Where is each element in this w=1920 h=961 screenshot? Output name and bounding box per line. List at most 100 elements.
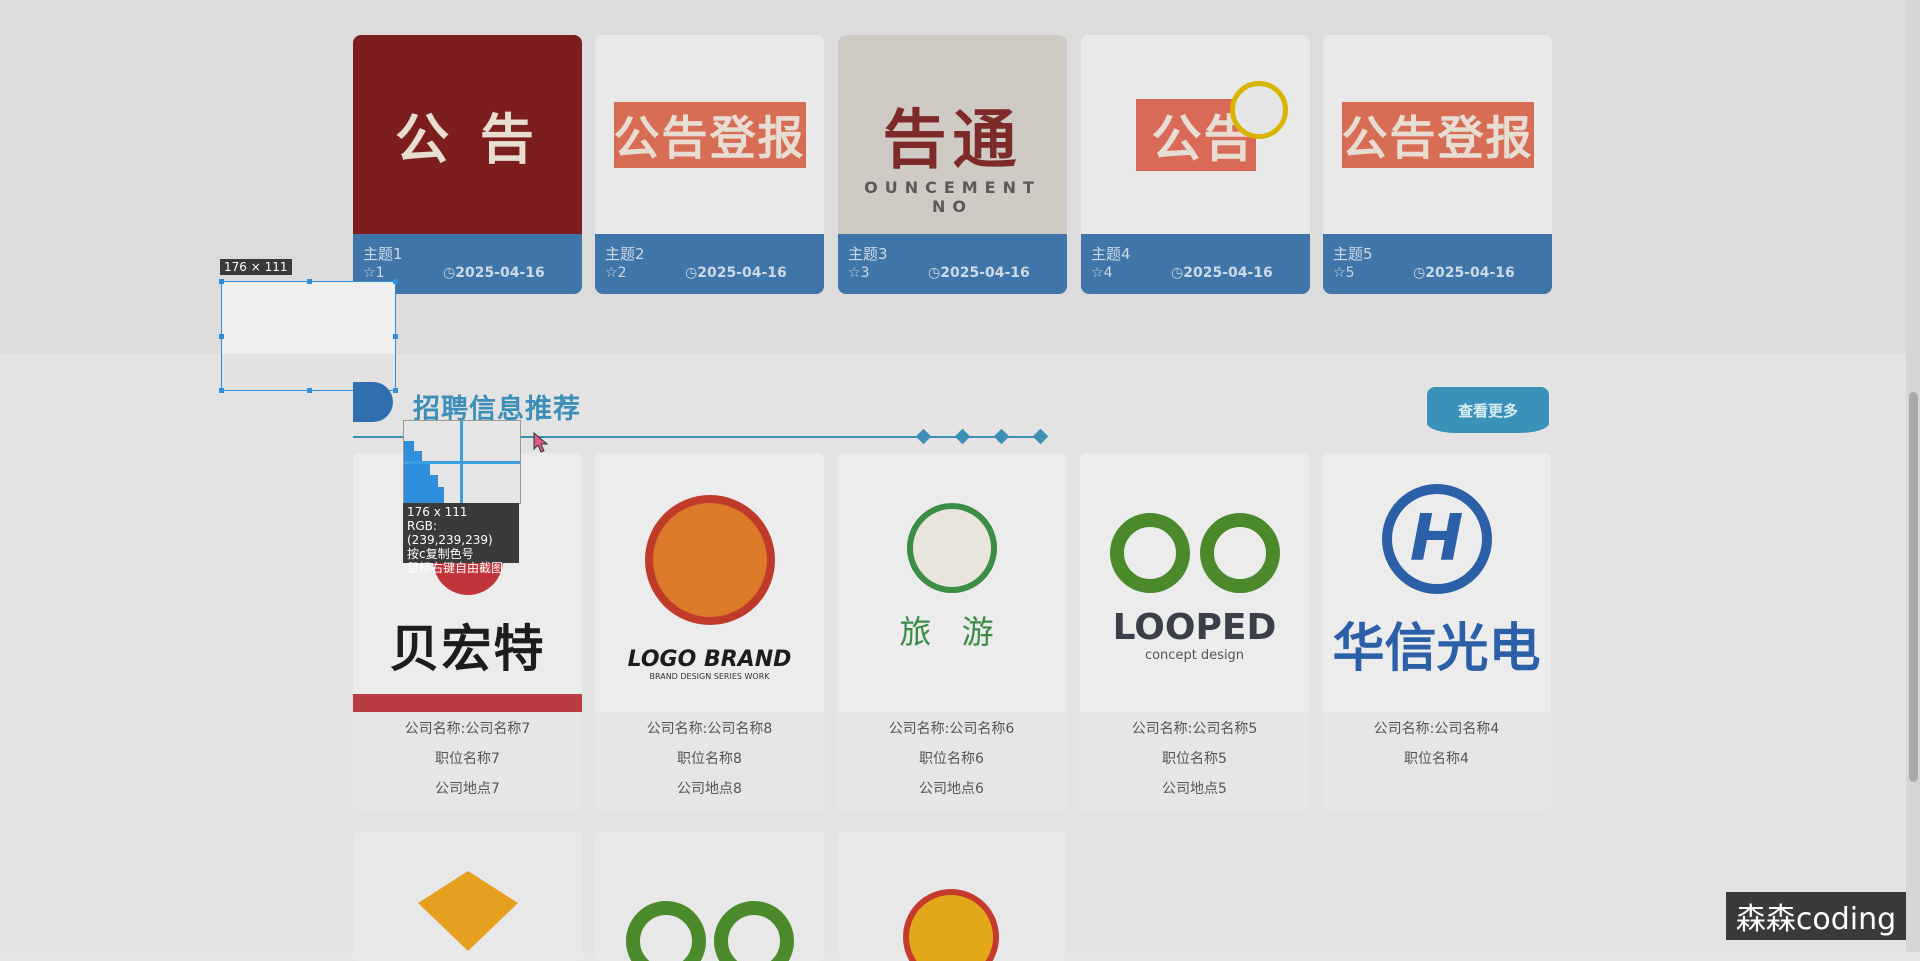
- topic-footer: 主题3 ☆3 ◷2025-04-16: [838, 234, 1067, 294]
- clock-icon: ◷: [1171, 265, 1184, 281]
- clock-icon: ◷: [443, 265, 456, 281]
- company-logo: LOGO BRAND BRAND DESIGN SERIES WORK: [595, 453, 824, 712]
- flame-logo-icon: [644, 494, 775, 625]
- capture-size-label: 176 × 111: [220, 259, 292, 275]
- star-count: ☆4: [1091, 265, 1113, 281]
- company-location: 公司地点7: [435, 781, 500, 797]
- topic-footer: 主题2 ☆2 ◷2025-04-16: [595, 234, 824, 294]
- topic-card-row: 公 告 主题1 ☆1 ◷2025-04-16 公告登报 主题2 ☆2 ◷2025…: [353, 35, 1553, 295]
- clock-icon: ◷: [928, 265, 941, 281]
- job-card[interactable]: [837, 831, 1066, 961]
- company-location: 公司地点8: [677, 781, 742, 797]
- topic-image-text: 告通: [882, 103, 1023, 178]
- resize-handle[interactable]: [219, 334, 224, 339]
- info-free-capture-hint: 鼠标右键自由截图: [407, 561, 504, 575]
- company-logo: LOOPED concept design: [1080, 453, 1309, 712]
- topic-image-text: 公告登报: [1341, 110, 1534, 165]
- star-count: ☆5: [1333, 265, 1355, 281]
- topic-footer: 主题5 ☆5 ◷2025-04-16: [1323, 234, 1552, 294]
- diamond-decoration: [915, 428, 932, 445]
- capture-selection-box[interactable]: [219, 279, 398, 393]
- position-name: 职位名称5: [1162, 751, 1227, 767]
- resize-handle[interactable]: [219, 279, 224, 284]
- leaf-logo-icon: [1109, 512, 1280, 593]
- resize-handle[interactable]: [393, 279, 398, 284]
- resize-handle[interactable]: [219, 388, 224, 393]
- star-icon: ☆: [848, 265, 861, 281]
- topic-meta: ☆2 ◷2025-04-16: [605, 265, 815, 281]
- logo-subtext: concept design: [1144, 647, 1245, 663]
- diamond-decoration: [1032, 428, 1049, 445]
- topic-card[interactable]: 公告登报 主题5 ☆5 ◷2025-04-16: [1323, 35, 1552, 294]
- star-icon: ☆: [363, 265, 376, 281]
- star-icon: ☆: [1333, 265, 1346, 281]
- logo-text: 旅 游: [899, 612, 1004, 651]
- mouse-cursor-icon: [533, 432, 549, 453]
- topic-image: 公告登报: [595, 35, 824, 234]
- capture-info-panel: 176 x 111 RGB:(239,239,239) 按c复制色号 鼠标右键自…: [403, 503, 519, 575]
- topic-meta: ☆3 ◷2025-04-16: [848, 265, 1058, 281]
- topic-footer: 主题4 ☆4 ◷2025-04-16: [1081, 234, 1310, 294]
- clock-icon: ◷: [1413, 265, 1426, 281]
- job-card[interactable]: H 华信光电 公司名称:公司名称4 职位名称4: [1322, 453, 1551, 811]
- resize-handle[interactable]: [307, 388, 312, 393]
- info-rgb: RGB:(239,239,239): [407, 519, 493, 547]
- topic-title: 主题1: [363, 245, 403, 263]
- company-logo: 旅 游: [837, 453, 1066, 712]
- company-logo: [625, 901, 795, 961]
- watermark: 森森coding: [1726, 892, 1906, 940]
- topic-image: 公告: [1081, 35, 1310, 234]
- company-name: 公司名称:公司名称7: [404, 721, 531, 737]
- company-logo: H 华信光电: [1322, 453, 1551, 712]
- section-icon: [353, 382, 393, 422]
- topic-title: 主题3: [848, 245, 888, 263]
- company-logo: [903, 889, 999, 961]
- page-scrollbar[interactable]: [1906, 0, 1920, 952]
- topic-title: 主题4: [1091, 245, 1131, 263]
- diamond-decoration: [954, 428, 971, 445]
- position-name: 职位名称6: [919, 751, 984, 767]
- topic-card[interactable]: 公告 主题4 ☆4 ◷2025-04-16: [1081, 35, 1310, 294]
- job-card[interactable]: LOGO BRAND BRAND DESIGN SERIES WORK 公司名称…: [595, 453, 824, 811]
- star-count: ☆3: [848, 265, 870, 281]
- star-icon: ☆: [1091, 265, 1104, 281]
- resize-handle[interactable]: [307, 279, 312, 284]
- logo-text: 贝宏特: [389, 619, 546, 678]
- company-name: 公司名称:公司名称5: [1131, 721, 1258, 737]
- company-name: 公司名称:公司名称4: [1373, 721, 1500, 737]
- topic-image: 公告登报: [1323, 35, 1552, 234]
- info-copy-hint: 按c复制色号: [407, 547, 474, 561]
- company-name: 公司名称:公司名称6: [888, 721, 1015, 737]
- diamond-decoration: [993, 428, 1010, 445]
- topic-meta: ☆5 ◷2025-04-16: [1333, 265, 1543, 281]
- star-count: ☆2: [605, 265, 627, 281]
- position-name: 职位名称8: [677, 751, 742, 767]
- star-count: ☆1: [363, 265, 385, 281]
- company-name: 公司名称:公司名称8: [646, 721, 773, 737]
- job-card[interactable]: 旅 游 公司名称:公司名称6 职位名称6 公司地点6: [837, 453, 1066, 811]
- topic-card[interactable]: 告通 OUNCEMENT NO 主题3 ☆3 ◷2025-04-16: [838, 35, 1067, 294]
- logo-text: 华信光电: [1332, 619, 1541, 679]
- topic-card[interactable]: 公 告 主题1 ☆1 ◷2025-04-16: [353, 35, 582, 294]
- logo-subtext: BRAND DESIGN SERIES WORK: [649, 671, 770, 681]
- logo-text: LOGO BRAND: [627, 646, 792, 672]
- mountain-logo-icon: [906, 502, 997, 593]
- topic-image-text: 公告登报: [613, 110, 806, 165]
- company-logo: [418, 871, 518, 951]
- scrollbar-thumb[interactable]: [1909, 392, 1918, 782]
- topic-title: 主题2: [605, 245, 645, 263]
- topic-card[interactable]: 公告登报 主题2 ☆2 ◷2025-04-16: [595, 35, 824, 294]
- topic-date: ◷2025-04-16: [443, 265, 545, 281]
- topic-date: ◷2025-04-16: [1171, 265, 1273, 281]
- topic-image: 告通 OUNCEMENT NO: [838, 35, 1067, 234]
- job-card[interactable]: LOOPED concept design 公司名称:公司名称5 职位名称5 公…: [1080, 453, 1309, 811]
- capture-magnifier: [403, 420, 521, 504]
- job-card[interactable]: [595, 831, 824, 961]
- topic-meta: ☆4 ◷2025-04-16: [1091, 265, 1301, 281]
- job-card[interactable]: [353, 831, 582, 961]
- topic-title: 主题5: [1333, 245, 1373, 263]
- resize-handle[interactable]: [393, 334, 398, 339]
- topic-image: 公 告: [353, 35, 582, 234]
- clock-icon: ◷: [685, 265, 698, 281]
- view-more-button[interactable]: 查看更多: [1427, 387, 1549, 433]
